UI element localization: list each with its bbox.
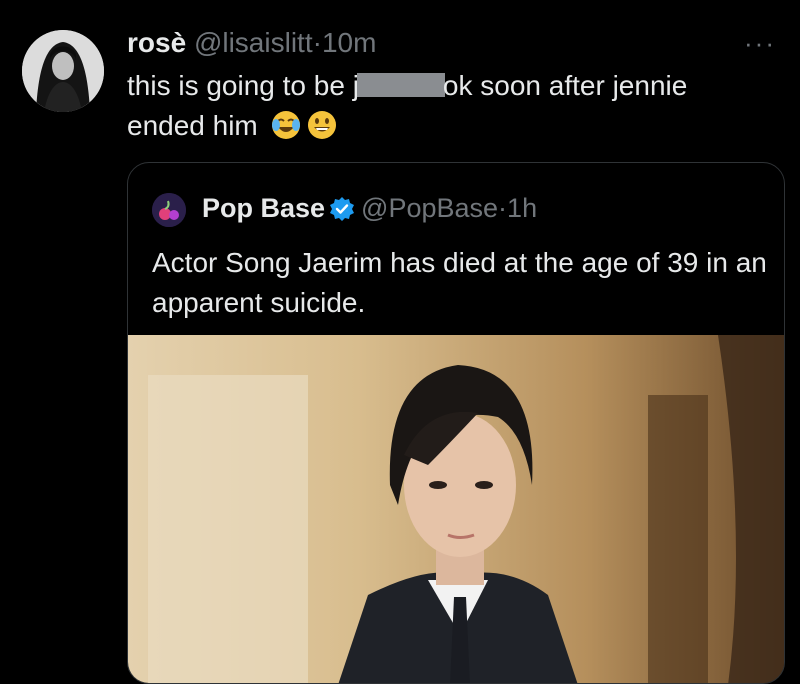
tweet-header: rosè @lisaislitt·10m	[127, 26, 376, 60]
quoted-handle[interactable]: @PopBase	[361, 193, 498, 223]
tweet-text: this is going to be j ok soon after jenni…	[127, 66, 787, 152]
separator-dot: ·	[312, 27, 322, 58]
more-options-icon[interactable]: ···	[744, 28, 776, 59]
quoted-avatar[interactable]	[152, 193, 186, 227]
quoted-display-name[interactable]: Pop Base	[202, 193, 325, 223]
tweet-text-part3: ended him	[127, 110, 258, 141]
quoted-tweet-card[interactable]: Pop Base @PopBase·1h Actor Song Jaerim ha…	[127, 162, 785, 684]
quoted-tweet-image[interactable]	[128, 335, 784, 683]
verified-badge-icon	[329, 196, 355, 230]
grinning-face-icon	[306, 109, 338, 152]
display-name[interactable]: rosè	[127, 27, 186, 58]
quoted-timestamp[interactable]: 1h	[507, 193, 537, 223]
tweet-timestamp[interactable]: 10m	[322, 27, 376, 58]
tweet-text-part1: this is going to be j	[127, 70, 359, 101]
avatar[interactable]	[22, 30, 104, 112]
face-with-tears-of-joy-icon	[270, 109, 302, 152]
quoted-tweet-text: Actor Song Jaerim has died at the age of…	[152, 247, 767, 318]
tweet-text-part2: ok soon after jennie	[442, 70, 688, 101]
user-handle[interactable]: @lisaislitt	[194, 27, 313, 58]
redaction-box	[356, 73, 445, 97]
quoted-separator-dot: ·	[498, 193, 508, 223]
